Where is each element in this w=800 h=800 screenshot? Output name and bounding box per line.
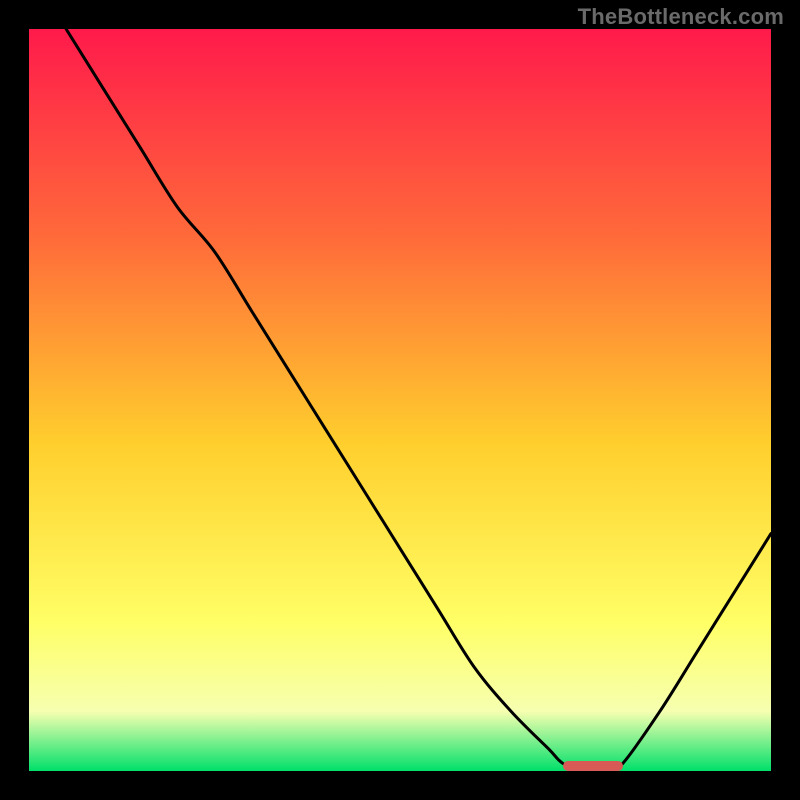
plot-area	[29, 29, 771, 771]
gradient-background	[29, 29, 771, 771]
chart-frame: TheBottleneck.com	[0, 0, 800, 800]
plot-svg	[29, 29, 771, 771]
optimal-range-marker	[563, 761, 622, 771]
watermark-text: TheBottleneck.com	[578, 4, 784, 30]
